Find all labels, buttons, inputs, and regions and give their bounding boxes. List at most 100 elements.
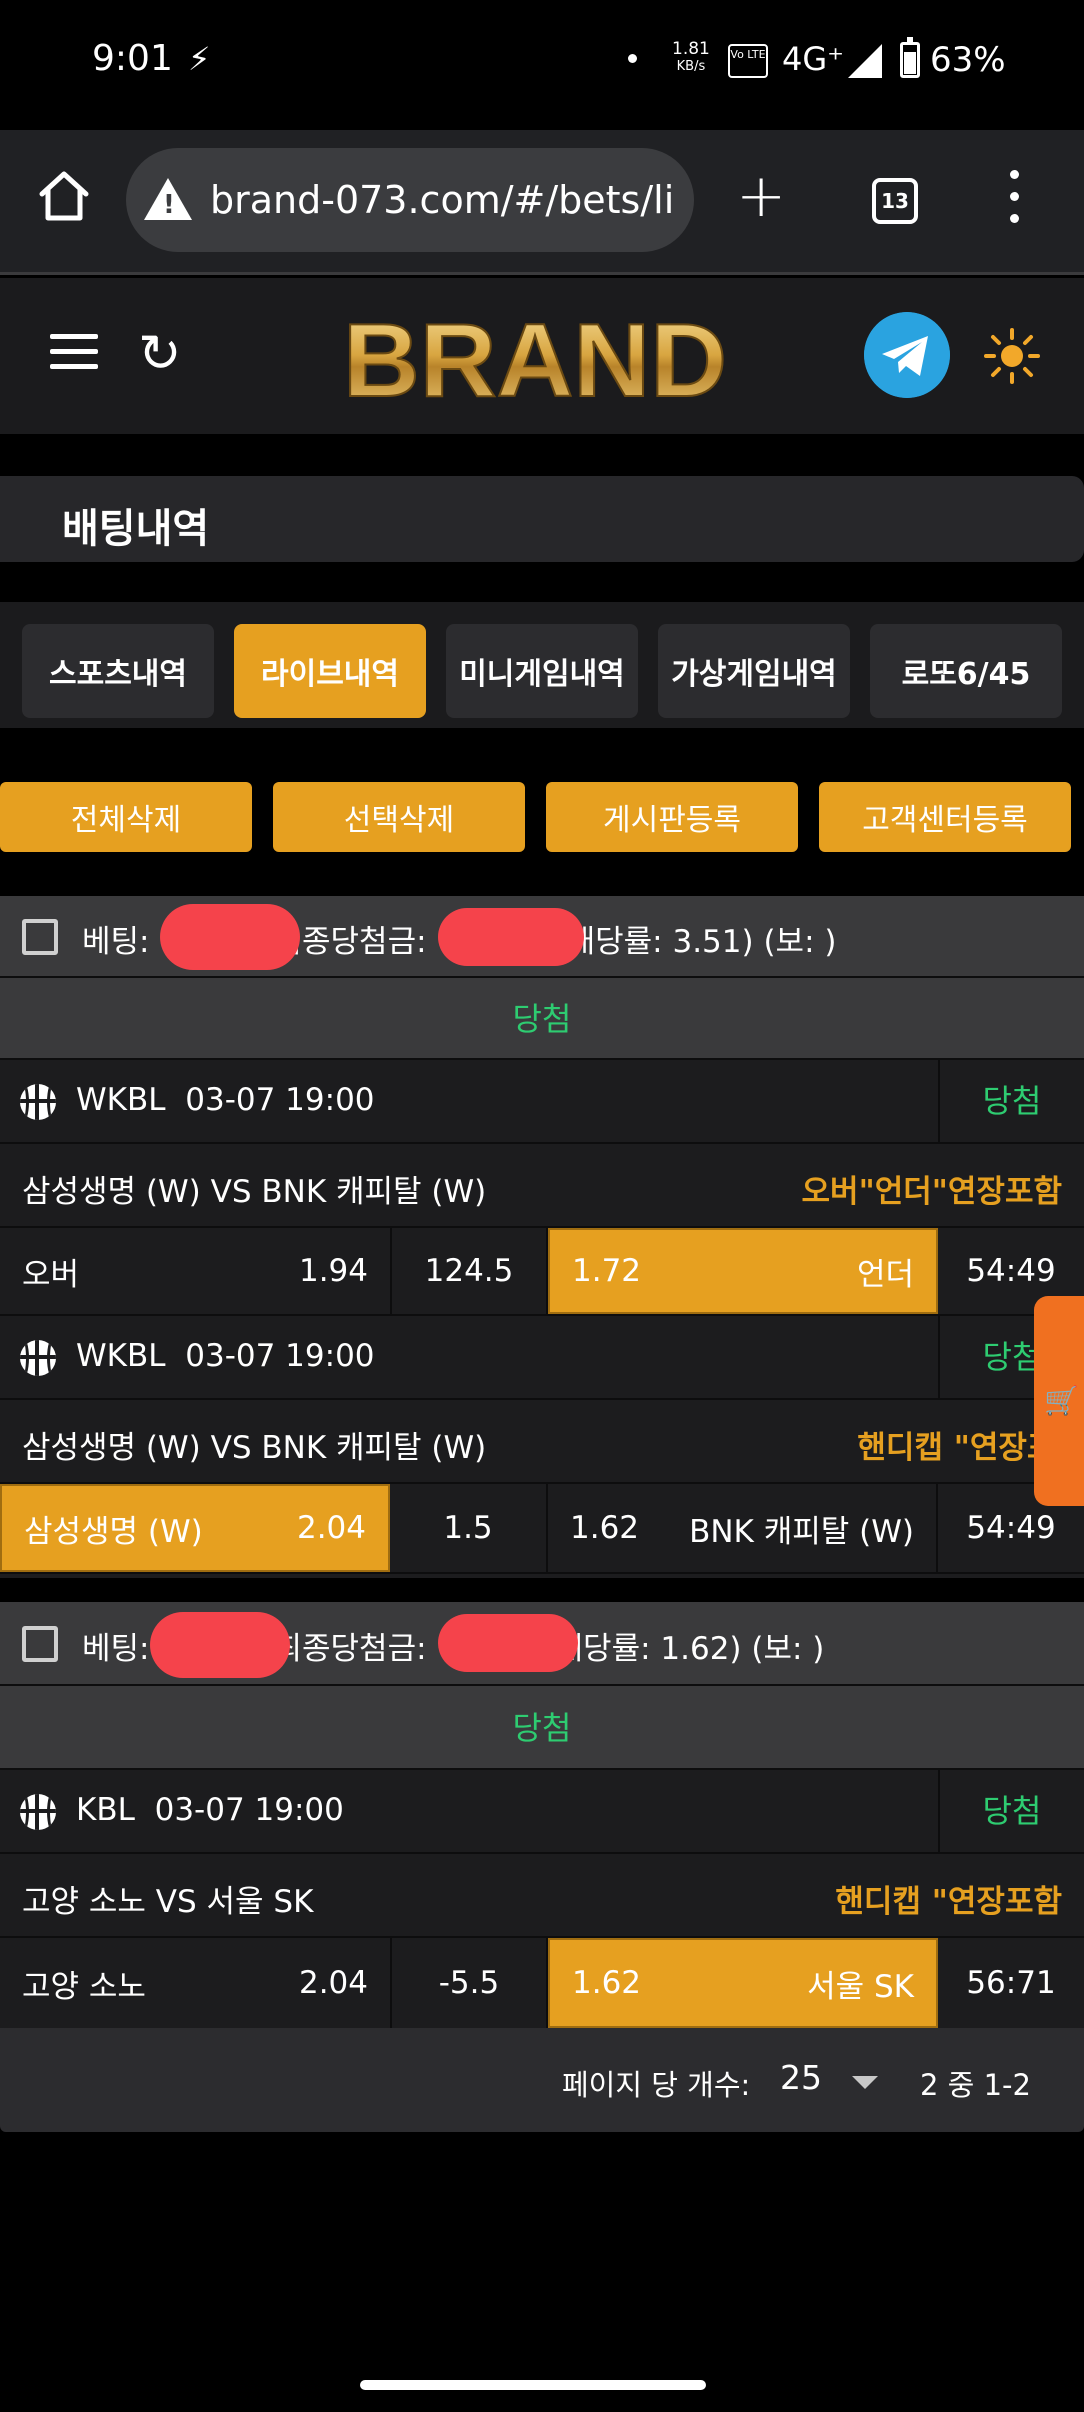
telegram-icon[interactable] <box>864 312 950 398</box>
tab-minigame[interactable]: 미니게임내역 <box>446 624 638 718</box>
refresh-icon[interactable]: ↻ <box>138 328 182 380</box>
pagination: 페이지 당 개수: 25 2 중 1-2 <box>0 2028 1084 2132</box>
new-tab-icon[interactable]: + <box>736 166 786 226</box>
line-cell: -5.5 <box>392 1938 548 2028</box>
bet-amount-label: 베팅: <box>82 924 150 960</box>
network-speed-value: 1.81 <box>672 39 710 59</box>
bet-status: 당첨 <box>0 1686 1084 1770</box>
not-secure-warning-icon[interactable] <box>144 178 192 220</box>
game-score: 56:71 <box>966 1965 1056 2001</box>
more-menu-icon[interactable] <box>1010 170 1020 236</box>
network-type: 4G⁺ <box>782 40 845 78</box>
url-text[interactable]: brand-073.com/#/bets/li <box>210 178 674 222</box>
line-cell: 124.5 <box>392 1228 548 1314</box>
away-odds-cell-selected[interactable]: 1.72 언더 <box>548 1228 938 1314</box>
home-option-odds: 2.04 <box>296 1510 366 1546</box>
per-page-label: 페이지 당 개수: <box>562 2068 751 2102</box>
away-option-label: 언더 <box>856 1256 914 1293</box>
volte-icon: Vo LTE <box>728 44 768 78</box>
game-league-time: KBL 03-07 19:00 <box>76 1792 344 1828</box>
per-page-select[interactable]: 25 <box>780 2058 822 2097</box>
game-league-time: WKBL 03-07 19:00 <box>76 1082 375 1118</box>
bet-select-checkbox[interactable] <box>22 1626 58 1662</box>
league-name: WKBL <box>76 1082 166 1118</box>
tab-live[interactable]: 라이브내역 <box>234 624 426 718</box>
address-bar[interactable]: brand-073.com/#/bets/li <box>126 148 694 252</box>
game-info-row: WKBL 03-07 19:00 당첨 <box>0 1060 1084 1144</box>
gesture-home-bar[interactable] <box>360 2380 706 2390</box>
bet-history-tabs: 스포츠내역 라이브내역 미니게임내역 가상게임내역 로또6/45 <box>0 602 1084 728</box>
home-option-odds: 1.94 <box>298 1253 368 1289</box>
theme-toggle-sun-icon[interactable] <box>982 326 1042 386</box>
logo-text: BRAND <box>343 308 727 408</box>
home-odds-cell[interactable]: 오버 1.94 <box>0 1228 392 1314</box>
cart-icon: 🛒 <box>1044 1384 1079 1417</box>
basketball-icon <box>20 1340 56 1376</box>
odds-row: 오버 1.94 124.5 1.72 언더 54:49 <box>0 1228 1084 1316</box>
odds-row: 삼성생명 (W) 2.04 1.5 1.62 BNK 캐피탈 (W) 54:49 <box>0 1484 1084 1574</box>
home-odds-cell-selected[interactable]: 삼성생명 (W) 2.04 <box>0 1484 390 1572</box>
bet-status: 당첨 <box>0 978 1084 1060</box>
redaction-mark <box>438 908 584 966</box>
home-odds-cell[interactable]: 고양 소노 2.04 <box>0 1938 392 2028</box>
away-option-odds: 1.72 <box>572 1253 642 1289</box>
home-icon[interactable] <box>36 168 92 224</box>
signal-icon <box>848 44 882 78</box>
game-market-row: 고양 소노 VS 서울 SK 핸디캡 "연장포함 <box>0 1854 1084 1938</box>
match-teams: 삼성생명 (W) VS BNK 캐피탈 (W) <box>22 1174 487 1210</box>
game-datetime: 03-07 19:00 <box>154 1792 344 1828</box>
tab-sports[interactable]: 스포츠내역 <box>22 624 214 718</box>
redaction-mark <box>160 904 300 970</box>
basketball-icon <box>20 1084 56 1120</box>
redaction-mark <box>438 1614 578 1672</box>
bet-summary-row: 베팅: 최종당첨금: 배당률: 1.62) (보: ) <box>0 1602 1084 1686</box>
home-option-label: 고양 소노 <box>22 1968 146 2005</box>
league-name: KBL <box>76 1792 135 1828</box>
game-info-row: KBL 03-07 19:00 당첨 <box>0 1770 1084 1854</box>
bet-summary-row: 베팅: 최종당첨금: (배당률: 3.51) (보: ) <box>0 896 1084 978</box>
page-title-bar: 배팅내역 <box>0 476 1084 562</box>
market-type: 핸디캡 "연장포함 <box>835 1884 1062 1920</box>
board-register-button[interactable]: 게시판등록 <box>546 782 798 852</box>
bet-select-checkbox[interactable] <box>22 919 58 955</box>
redaction-mark <box>150 1612 290 1678</box>
final-payout-label: 최종당첨금: <box>273 1631 427 1667</box>
browser-toolbar: brand-073.com/#/bets/li + 13 <box>0 130 1084 275</box>
page-range: 2 중 1-2 <box>920 2068 1031 2102</box>
betslip-cart-button[interactable]: 🛒 <box>1034 1296 1084 1506</box>
away-option-odds: 1.62 <box>572 1965 642 2001</box>
away-odds-cell-selected[interactable]: 1.62 서울 SK <box>548 1938 938 2028</box>
game-league-time: WKBL 03-07 19:00 <box>76 1338 375 1374</box>
delete-selected-button[interactable]: 선택삭제 <box>273 782 525 852</box>
home-option-label: 오버 <box>22 1256 80 1293</box>
home-option-odds: 2.04 <box>298 1965 368 2001</box>
delete-all-button[interactable]: 전체삭제 <box>0 782 252 852</box>
tab-virtual-game[interactable]: 가상게임내역 <box>658 624 850 718</box>
away-odds-cell[interactable]: 1.62 BNK 캐피탈 (W) <box>548 1484 938 1572</box>
bet-odds-summary: (배당률: 3.51) (보: ) <box>554 924 837 960</box>
menu-icon[interactable] <box>50 334 98 379</box>
brand-logo[interactable]: BRAND <box>340 308 730 408</box>
tab-switcher-button[interactable]: 13 <box>872 178 918 224</box>
bet-card: 베팅: 최종당첨금: 배당률: 1.62) (보: ) 당첨 KBL 03-07 1… <box>0 1602 1084 2028</box>
network-speed: 1.81 KB/s <box>672 40 710 76</box>
match-teams: 고양 소노 VS 서울 SK <box>22 1884 314 1920</box>
tab-lotto[interactable]: 로또6/45 <box>870 624 1062 718</box>
game-datetime: 03-07 19:00 <box>185 1082 375 1118</box>
bet-odds-summary: 배당률: 1.62) (보: ) <box>554 1631 825 1667</box>
status-time: 9:01 <box>92 38 173 79</box>
bet-amount-label: 베팅: <box>82 1631 150 1667</box>
game-info-row: WKBL 03-07 19:00 당첨 <box>0 1316 1084 1400</box>
match-teams: 삼성생명 (W) VS BNK 캐피탈 (W) <box>22 1430 487 1466</box>
page-title: 배팅내역 <box>62 506 210 552</box>
chevron-down-icon[interactable] <box>852 2076 878 2089</box>
support-register-button[interactable]: 고객센터등록 <box>819 782 1071 852</box>
away-option-odds: 1.62 <box>570 1510 640 1546</box>
game-market-row: 삼성생명 (W) VS BNK 캐피탈 (W) 핸디캡 "연장포함 <box>0 1400 1084 1484</box>
notification-dot-icon <box>628 54 637 63</box>
battery-icon <box>900 37 920 78</box>
game-result: 당첨 <box>938 1060 1084 1142</box>
odds-row: 고양 소노 2.04 -5.5 1.62 서울 SK 56:71 <box>0 1938 1084 2028</box>
market-type: 오버"언더"연장포함 <box>801 1174 1062 1210</box>
home-option-label: 삼성생명 (W) <box>24 1513 203 1550</box>
